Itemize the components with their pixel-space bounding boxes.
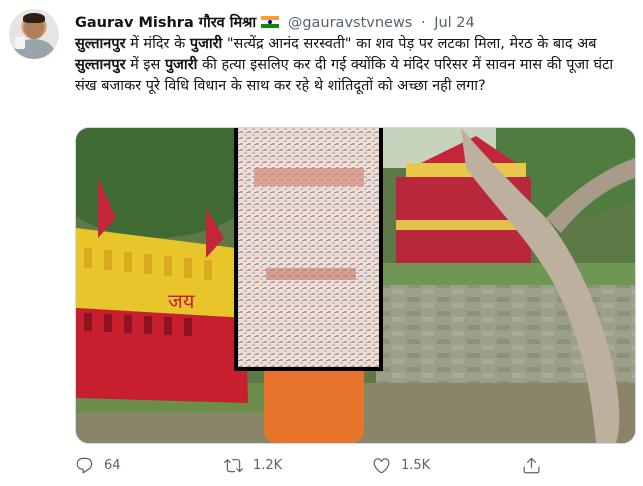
retweet-icon [224, 458, 243, 472]
grass-strip [376, 263, 635, 285]
reply-icon [76, 457, 93, 473]
censor-box [234, 128, 383, 371]
tweet-segment[interactable]: सुल्तानपुर [75, 36, 126, 52]
reply-count: 64 [104, 457, 121, 473]
tweet-segment: में इस [125, 57, 165, 73]
india-flag-icon [261, 16, 280, 28]
share-icon [523, 457, 540, 473]
retweet-count: 1.2K [253, 457, 283, 473]
wall-inscription: जय [168, 289, 195, 313]
tweet-text: सुल्तानपुर में मंदिर के पुजारी "सत्येंद्… [75, 34, 635, 97]
red-wall [76, 308, 248, 403]
avatar-mug [15, 37, 25, 49]
tweet-header: Gaurav Mishra गौरव मिश्रा @gauravstvnews… [75, 12, 475, 32]
tweet-segment[interactable]: सुल्तानपुर [75, 57, 126, 73]
like-button[interactable]: 1.5K [372, 454, 430, 476]
tweet-date[interactable]: Jul 24 [434, 15, 475, 31]
share-button[interactable] [522, 454, 551, 476]
like-count: 1.5K [401, 457, 431, 473]
tweet-segment: में मंदिर के [125, 36, 190, 52]
tweet[interactable]: Gaurav Mishra गौरव मिश्रा @gauravstvnews… [0, 0, 643, 486]
tweet-photo[interactable]: जय [75, 127, 636, 444]
photo-scene: जय [76, 128, 635, 443]
author-handle[interactable]: @gauravstvnews [288, 15, 413, 31]
tweet-segment: "सत्येंद्र आनंद सरस्वती" का शव पेड़ पर ल… [222, 36, 597, 52]
tweet-segment[interactable]: पुजारी [190, 36, 222, 52]
avatar[interactable] [9, 9, 59, 59]
retweet-button[interactable]: 1.2K [224, 454, 282, 476]
like-icon [373, 457, 390, 473]
avatar-hair [23, 13, 45, 23]
tweet-actions: 64 1.2K 1.5K [75, 454, 595, 478]
tweet-segment[interactable]: पुजारी [165, 57, 197, 73]
author-name[interactable]: Gaurav Mishra गौरव मिश्रा [75, 15, 256, 31]
reply-button[interactable]: 64 [75, 454, 121, 476]
meta-separator: · [420, 15, 426, 31]
